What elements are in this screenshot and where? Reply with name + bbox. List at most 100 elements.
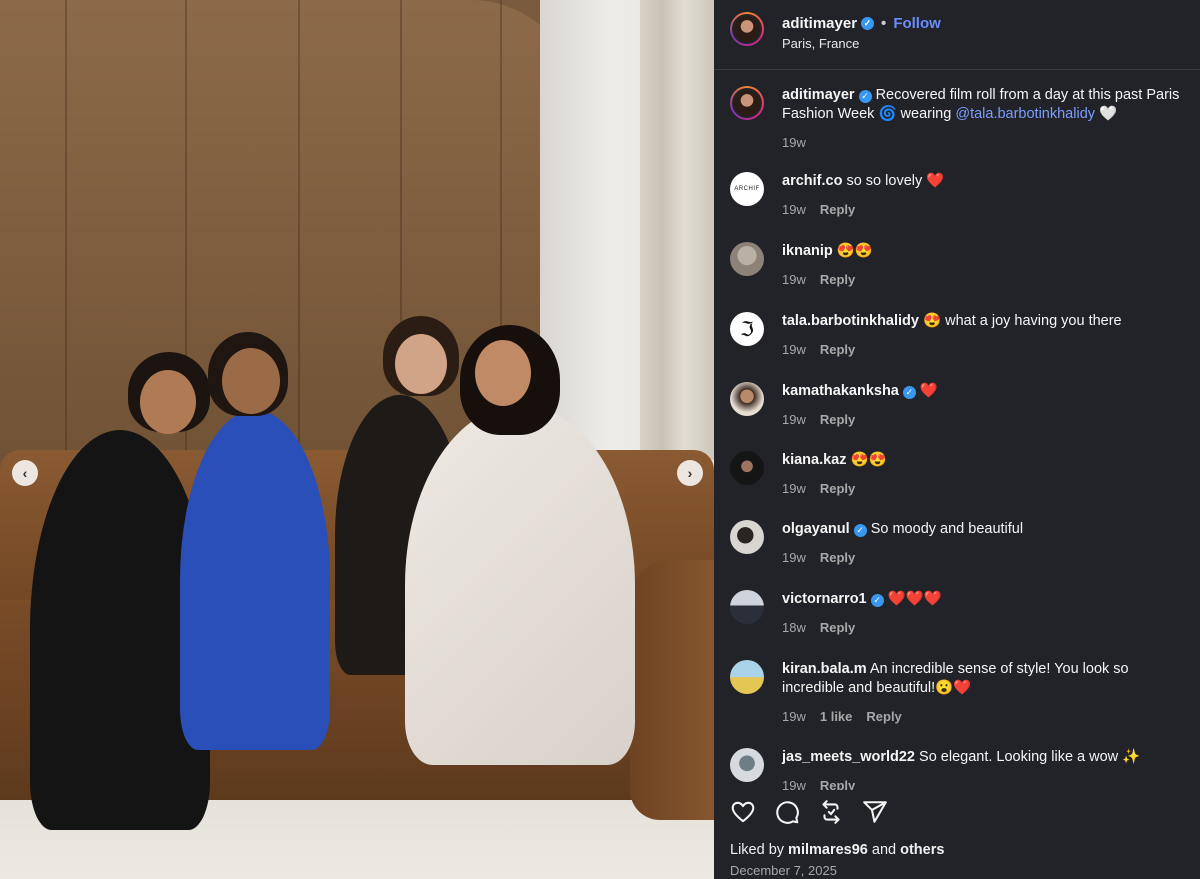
comment-likes[interactable]: 1 like xyxy=(820,707,853,726)
comment-item: ARCHIF archif.co so so lovely ❤️ 19w Repl… xyxy=(730,172,1190,219)
liked-by-line: Liked by milmares96 and others xyxy=(730,842,944,858)
comment-text: ❤️ xyxy=(919,383,938,399)
person-2-face xyxy=(222,348,280,414)
reply-button[interactable]: Reply xyxy=(820,410,855,429)
comment-username[interactable]: iknanip xyxy=(782,243,833,259)
author-avatar[interactable] xyxy=(730,12,764,46)
commenter-avatar[interactable] xyxy=(730,451,764,485)
archif-logo-text: ARCHIF xyxy=(734,186,760,192)
liked-by-user-link[interactable]: milmares96 xyxy=(788,842,868,858)
comment-item: olgayanul ✓ So moody and beautiful 19w Rep… xyxy=(730,520,1190,567)
post-viewer: ‹ › aditimayer ✓ • Follow Paris, France xyxy=(0,0,1200,879)
heart-icon[interactable] xyxy=(730,799,756,825)
person-4-face xyxy=(475,340,531,406)
author-username[interactable]: aditimayer xyxy=(782,15,857,32)
person-3-face xyxy=(395,334,447,394)
comment-username[interactable]: jas_meets_world22 xyxy=(782,749,915,765)
verified-icon: ✓ xyxy=(870,594,884,607)
verified-icon: ✓ xyxy=(861,17,875,30)
reply-button[interactable]: Reply xyxy=(820,270,855,289)
reply-button[interactable]: Reply xyxy=(820,548,855,567)
comment-text: 😍 what a joy having you there xyxy=(923,313,1122,329)
wall-panel-line xyxy=(298,0,300,470)
comment-item: kiran.bala.m An incredible sense of styl… xyxy=(730,660,1190,726)
commenter-avatar[interactable] xyxy=(730,590,764,624)
caption-mention-link[interactable]: @tala.barbotinkhalidy xyxy=(955,106,1095,122)
comment-username[interactable]: kiran.bala.m xyxy=(782,661,867,677)
comment-username[interactable]: kiana.kaz xyxy=(782,452,847,468)
comment-text: ❤️❤️❤️ xyxy=(887,591,942,607)
follow-button[interactable]: Follow xyxy=(893,15,941,32)
reply-button[interactable]: Reply xyxy=(820,618,855,637)
comment-text: 😍😍 xyxy=(836,243,873,259)
post-photo[interactable]: ‹ › xyxy=(0,0,714,879)
next-image-button[interactable]: › xyxy=(677,460,703,486)
post-location[interactable]: Paris, France xyxy=(782,36,941,51)
liked-by-others-link[interactable]: others xyxy=(900,842,944,858)
comment-time[interactable]: 19w xyxy=(782,340,806,359)
sofa-arm xyxy=(630,560,714,820)
comment-time[interactable]: 19w xyxy=(782,548,806,567)
comment-time[interactable]: 19w xyxy=(782,200,806,219)
comment-item: kiana.kaz 😍😍 19w Reply xyxy=(730,451,1190,498)
chevron-right-icon: › xyxy=(687,465,693,481)
comment-time[interactable]: 18w xyxy=(782,618,806,637)
verified-icon: ✓ xyxy=(902,386,916,399)
caption-time[interactable]: 19w xyxy=(782,133,806,152)
curtain xyxy=(640,0,714,460)
commenter-avatar[interactable] xyxy=(730,382,764,416)
author-avatar[interactable] xyxy=(730,86,764,120)
reply-button[interactable]: Reply xyxy=(820,776,855,790)
caption-text-end: 🤍 xyxy=(1095,106,1118,122)
separator-dot: • xyxy=(881,15,887,32)
comment-time[interactable]: 19w xyxy=(782,776,806,790)
post-date[interactable]: December 7, 2025 xyxy=(730,863,837,878)
comment-username[interactable]: tala.barbotinkhalidy xyxy=(782,313,919,329)
person-1-face xyxy=(140,370,196,434)
person-4-body xyxy=(405,405,635,765)
verified-icon: ✓ xyxy=(858,90,872,103)
comment-username[interactable]: archif.co xyxy=(782,173,842,189)
monogram-icon: ℑ xyxy=(740,317,754,341)
reply-button[interactable]: Reply xyxy=(866,707,901,726)
commenter-avatar[interactable]: ℑ xyxy=(730,312,764,346)
repost-icon[interactable] xyxy=(818,799,844,825)
comment-item: victornarro1 ✓ ❤️❤️❤️ 18w Reply xyxy=(730,590,1190,637)
reply-button[interactable]: Reply xyxy=(820,200,855,219)
comment-time[interactable]: 19w xyxy=(782,410,806,429)
post-header: aditimayer ✓ • Follow Paris, France xyxy=(714,0,1200,70)
caption-username[interactable]: aditimayer xyxy=(782,87,855,103)
commenter-avatar[interactable] xyxy=(730,242,764,276)
previous-image-button[interactable]: ‹ xyxy=(12,460,38,486)
comment-item: jas_meets_world22 So elegant. Looking li… xyxy=(730,748,1190,790)
comment-username[interactable]: kamathakanksha xyxy=(782,383,899,399)
comment-username[interactable]: olgayanul xyxy=(782,521,850,537)
reply-button[interactable]: Reply xyxy=(820,479,855,498)
wall-panel-line xyxy=(65,0,67,470)
reply-button[interactable]: Reply xyxy=(820,340,855,359)
liked-by-prefix: Liked by xyxy=(730,842,785,858)
comment-item: iknanip 😍😍 19w Reply xyxy=(730,242,1190,289)
comment-username[interactable]: victornarro1 xyxy=(782,591,867,607)
action-bar xyxy=(730,790,1190,834)
caption: aditimayer ✓ Recovered film roll from a d… xyxy=(730,86,1190,152)
comment-item: ℑ tala.barbotinkhalidy 😍 what a joy havi… xyxy=(730,312,1190,359)
comment-icon[interactable] xyxy=(774,799,800,825)
comment-text: So elegant. Looking like a wow ✨ xyxy=(919,749,1141,765)
share-icon[interactable] xyxy=(862,799,888,825)
comment-text: 😍😍 xyxy=(850,452,887,468)
person-2-body xyxy=(180,410,330,750)
comments-panel: aditimayer ✓ • Follow Paris, France adit… xyxy=(714,0,1200,879)
comment-text: So moody and beautiful xyxy=(870,521,1024,537)
comment-time[interactable]: 19w xyxy=(782,707,806,726)
commenter-avatar[interactable]: ARCHIF xyxy=(730,172,764,206)
comment-time[interactable]: 19w xyxy=(782,479,806,498)
chevron-left-icon: ‹ xyxy=(22,465,28,481)
commenter-avatar[interactable] xyxy=(730,660,764,694)
comment-time[interactable]: 19w xyxy=(782,270,806,289)
commenter-avatar[interactable] xyxy=(730,520,764,554)
liked-by-and: and xyxy=(871,842,897,858)
commenter-avatar[interactable] xyxy=(730,748,764,782)
comment-list[interactable]: aditimayer ✓ Recovered film roll from a d… xyxy=(714,70,1200,790)
comment-item: kamathakanksha ✓ ❤️ 19w Reply xyxy=(730,382,1190,429)
